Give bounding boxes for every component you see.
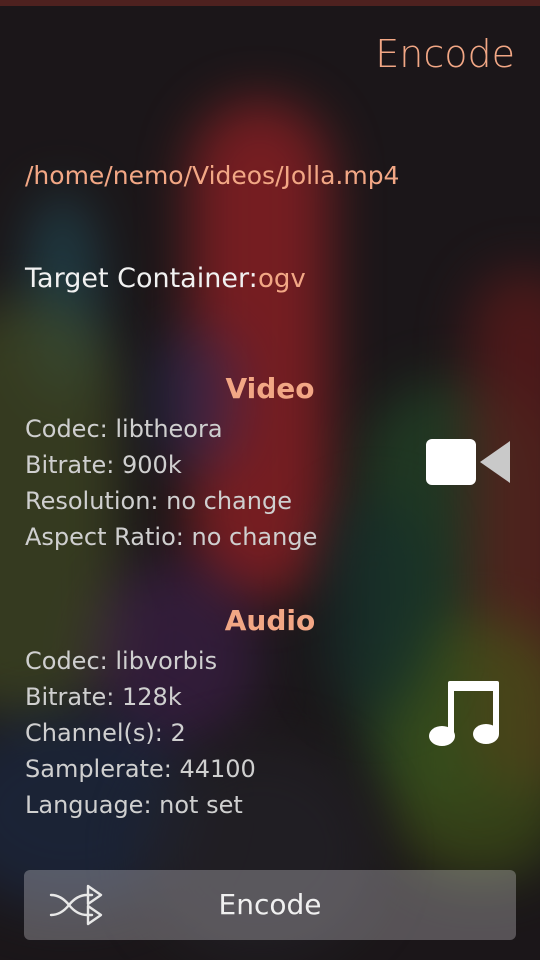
encode-button-label: Encode <box>218 888 322 921</box>
target-container-value[interactable]: ogv <box>258 264 306 294</box>
audio-language[interactable]: Language: not set <box>25 789 256 825</box>
file-path[interactable]: /home/nemo/Videos/Jolla.mp4 <box>25 161 399 190</box>
audio-section-title: Audio <box>224 604 316 637</box>
music-note-icon <box>426 678 506 750</box>
video-aspect-ratio[interactable]: Aspect Ratio: no change <box>25 521 317 557</box>
video-settings-list[interactable]: Codec: libtheora Bitrate: 900k Resolutio… <box>25 413 317 557</box>
video-bitrate[interactable]: Bitrate: 900k <box>25 449 317 485</box>
video-camera-icon <box>424 436 514 488</box>
encode-page: Encode /home/nemo/Videos/Jolla.mp4 Targe… <box>0 0 540 960</box>
page-title: Encode <box>375 32 515 76</box>
target-container-label: Target Container: <box>25 263 258 294</box>
audio-bitrate[interactable]: Bitrate: 128k <box>25 681 256 717</box>
audio-settings-list[interactable]: Codec: libvorbis Bitrate: 128k Channel(s… <box>25 645 256 825</box>
audio-samplerate[interactable]: Samplerate: 44100 <box>25 753 256 789</box>
video-codec[interactable]: Codec: libtheora <box>25 413 317 449</box>
video-resolution[interactable]: Resolution: no change <box>25 485 317 521</box>
encode-button[interactable]: Encode <box>24 870 516 940</box>
video-section-title: Video <box>225 372 315 405</box>
audio-codec[interactable]: Codec: libvorbis <box>25 645 256 681</box>
audio-channels[interactable]: Channel(s): 2 <box>25 717 256 753</box>
